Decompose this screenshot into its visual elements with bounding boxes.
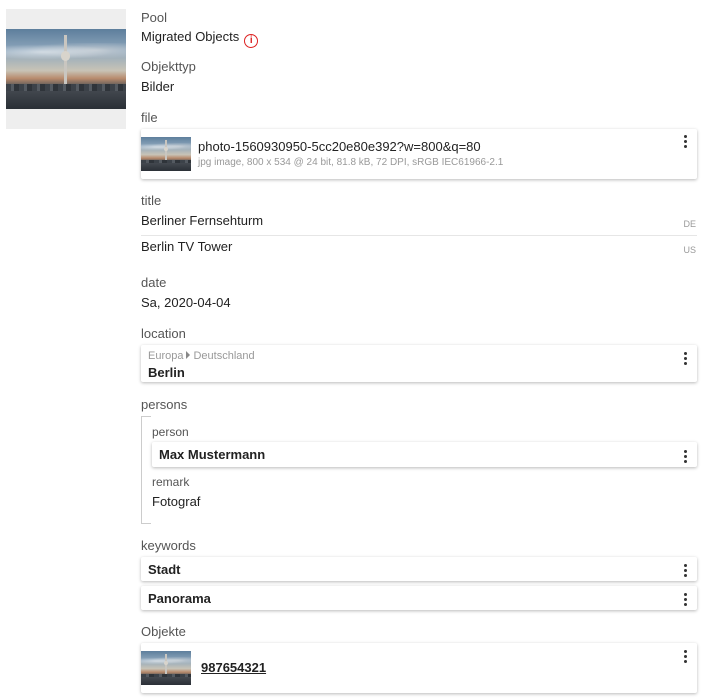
keyword-name: Panorama: [148, 591, 211, 606]
person-name: Max Mustermann: [159, 447, 266, 462]
file-name: photo-1560930950-5cc20e80e392?w=800&q=80: [198, 139, 481, 154]
keyword-card[interactable]: Panorama: [141, 586, 697, 610]
object-type-label: Objekttyp: [141, 59, 196, 74]
pool-value: Migrated Objects i: [141, 29, 259, 48]
keyword-menu-icon[interactable]: [683, 593, 687, 606]
location-path-0: Europa: [148, 350, 184, 362]
preview-image[interactable]: [6, 29, 126, 109]
pool-name: Migrated Objects: [141, 29, 240, 44]
keyword-menu-icon[interactable]: [683, 564, 687, 577]
keyword-card[interactable]: Stadt: [141, 557, 697, 581]
file-menu-icon[interactable]: [683, 135, 687, 148]
preview-panel: [6, 9, 126, 129]
object-card[interactable]: 987654321: [141, 643, 697, 693]
file-thumbnail[interactable]: [141, 137, 191, 171]
title-de: Berliner Fernsehturm: [141, 213, 264, 228]
date-label: date: [141, 275, 167, 290]
location-menu-icon[interactable]: [683, 352, 687, 365]
location-name: Berlin: [148, 365, 185, 380]
persons-group-bracket: [141, 416, 151, 524]
info-icon[interactable]: i: [244, 34, 259, 48]
object-type-value: Bilder: [141, 79, 175, 94]
location-breadcrumb: Europa Deutschland: [148, 350, 255, 362]
file-label: file: [141, 110, 158, 125]
caret-right-icon: [186, 351, 191, 359]
date-value: Sa, 2020-04-04: [141, 295, 231, 310]
title-label: title: [141, 193, 162, 208]
person-menu-icon[interactable]: [683, 450, 687, 463]
object-thumbnail[interactable]: [141, 651, 191, 685]
keyword-name: Stadt: [148, 562, 181, 577]
object-menu-icon[interactable]: [683, 650, 687, 663]
remark-value: Fotograf: [152, 494, 201, 509]
persons-label: persons: [141, 397, 188, 412]
remark-label: remark: [152, 475, 190, 489]
file-card[interactable]: photo-1560930950-5cc20e80e392?w=800&q=80…: [141, 129, 697, 179]
pool-label: Pool: [141, 10, 168, 25]
title-divider: [141, 235, 697, 236]
title-lang-us: US: [683, 245, 696, 255]
person-label: person: [152, 425, 189, 439]
file-meta: jpg image, 800 x 534 @ 24 bit, 81.8 kB, …: [198, 157, 504, 168]
location-card[interactable]: Europa Deutschland Berlin: [141, 345, 697, 382]
location-label: location: [141, 326, 186, 341]
title-us: Berlin TV Tower: [141, 239, 233, 254]
object-link[interactable]: 987654321: [201, 660, 266, 675]
objects-label: Objekte: [141, 624, 186, 639]
title-lang-de: DE: [683, 219, 696, 229]
location-path-1: Deutschland: [193, 350, 255, 362]
person-card[interactable]: Max Mustermann: [152, 442, 697, 467]
keywords-label: keywords: [141, 538, 196, 553]
